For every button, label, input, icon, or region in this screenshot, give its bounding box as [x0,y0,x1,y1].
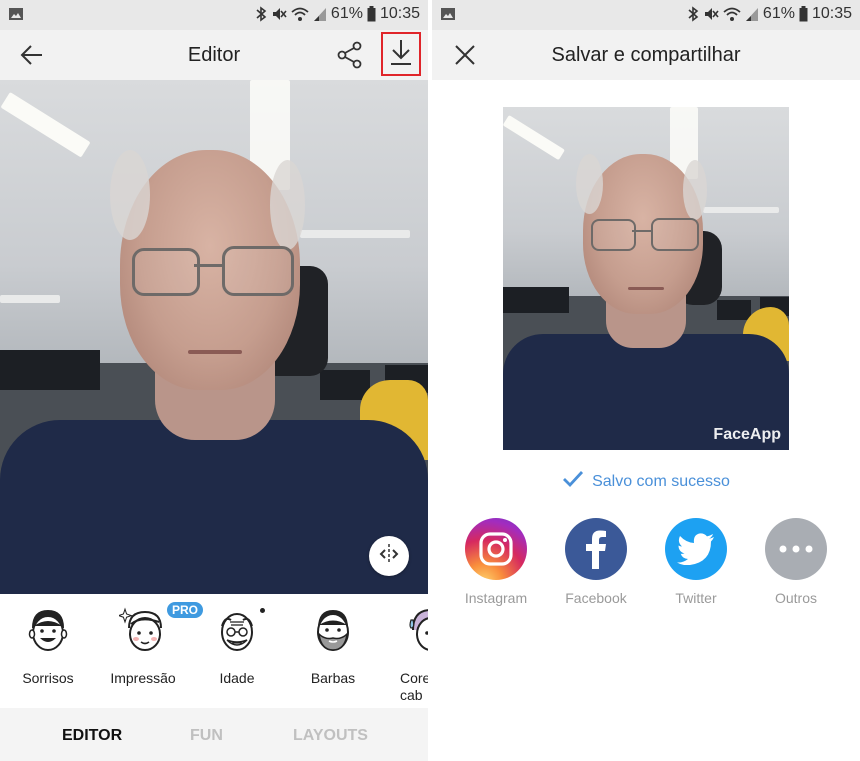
old-face-icon [213,606,265,654]
tool-label: Idade [219,670,255,686]
wifi-icon [723,6,741,22]
saved-message: Salvo com sucesso [592,472,730,490]
tool-impressao[interactable]: PRO Impressão [98,602,204,687]
bluetooth-icon [687,6,699,22]
status-bar: 61% 10:35 [0,0,428,30]
filter-tools-bar: Sorrisos PRO Impressão Idade Barbas Core… [0,594,428,708]
share-outros[interactable]: Outros [756,518,836,606]
editor-photo [0,80,428,594]
sparkle-face-icon: PRO [116,602,204,654]
tool-label: Corescab [400,670,428,703]
checkmark-icon [562,470,584,493]
twitter-icon [665,518,727,580]
saved-photo-preview: FaceApp [503,107,789,450]
status-bar: 61% 10:35 [432,0,860,30]
share-label: Outros [774,590,817,606]
new-indicator-dot [260,608,265,613]
editor-screen: 61% 10:35 Editor Sorrisos PRO Impressão … [0,0,428,761]
mute-icon [271,6,287,22]
tool-sorrisos[interactable]: Sorrisos [3,606,93,687]
compare-button[interactable] [369,536,409,576]
page-title: Salvar e compartilhar [551,44,741,66]
compare-icon [377,543,401,569]
share-facebook[interactable]: Facebook [556,518,636,606]
clock: 10:35 [811,5,852,22]
share-label: Twitter [675,590,717,606]
smile-face-icon [24,606,72,654]
instagram-icon [465,518,527,580]
share-icon[interactable] [336,40,364,70]
clock: 10:35 [379,5,420,22]
wifi-icon [291,6,309,22]
gallery-notification-icon [8,6,24,27]
tool-cores-de-cabelo[interactable]: Corescab [384,606,428,704]
battery-icon [799,6,808,22]
signal-icon [313,6,327,22]
signal-icon [745,6,759,22]
share-label: Facebook [565,590,627,606]
tab-layouts[interactable]: LAYOUTS [293,727,368,745]
share-screen: 61% 10:35 Salvar e compartilhar FaceApp [432,0,860,761]
hair-color-face-icon [405,606,428,654]
gallery-notification-icon [440,6,456,27]
tool-idade[interactable]: Idade [192,606,282,687]
battery-percent: 61% [330,5,363,22]
share-twitter[interactable]: Twitter [656,518,736,606]
more-icon [765,518,827,580]
tool-label: Impressão [110,670,176,686]
share-label: Instagram [464,590,528,606]
bottom-tabs: EDITOR FUN LAYOUTS [0,708,428,761]
tool-label: Barbas [310,670,356,686]
saved-status: Salvo com sucesso [432,470,860,493]
battery-percent: 61% [762,5,795,22]
tool-barbas[interactable]: Barbas [288,606,378,687]
download-button[interactable] [381,32,421,76]
beard-face-icon [309,606,357,654]
facebook-icon [565,518,627,580]
mute-icon [703,6,719,22]
battery-icon [367,6,376,22]
faceapp-watermark: FaceApp [713,426,781,443]
share-app-bar: Salvar e compartilhar [432,30,860,80]
tab-editor[interactable]: EDITOR [62,727,122,745]
tool-label: Sorrisos [22,670,74,686]
download-icon [389,38,413,71]
share-instagram[interactable]: Instagram [456,518,536,606]
tab-fun[interactable]: FUN [190,727,223,745]
editor-app-bar: Editor [0,30,428,80]
bluetooth-icon [255,6,267,22]
